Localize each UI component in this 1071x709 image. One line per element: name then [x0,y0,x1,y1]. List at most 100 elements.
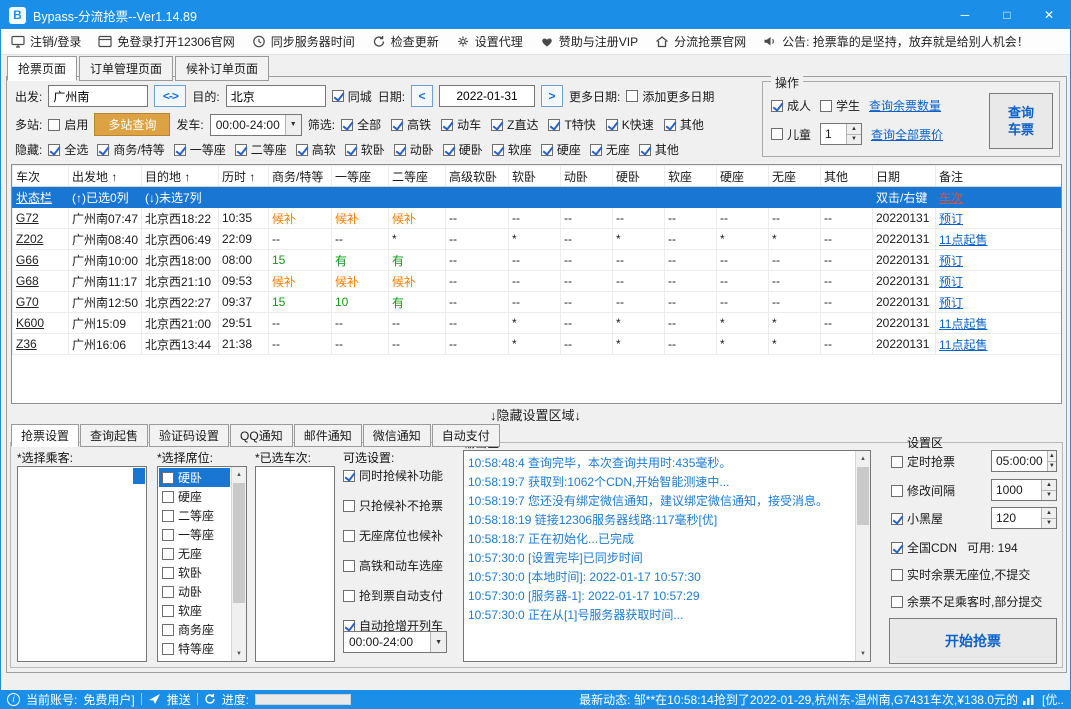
cell-link[interactable]: 11点起售 [935,312,1061,334]
main-tab[interactable]: 候补订单页面 [175,56,270,81]
scroll-up-button[interactable]: ▲ [856,451,870,466]
national-cdn-checkbox[interactable]: 全国CDN [891,539,957,556]
cell-link[interactable]: 预订 [935,291,1061,313]
cell-link[interactable]: G68 [12,270,69,292]
column-header[interactable]: 二等座 [388,165,446,187]
settings-tab[interactable]: 验证码设置 [149,424,230,447]
train-type-checkbox[interactable]: 动车 [441,116,481,133]
scroll-down-button[interactable]: ▼ [232,646,246,661]
cell-link[interactable]: 车次 [935,186,1061,208]
date-input[interactable] [439,85,536,107]
column-header[interactable]: 备注 [935,165,1061,187]
main-tab[interactable]: 抢票页面 [7,56,78,81]
hide-column-checkbox[interactable]: 全选 [48,141,88,158]
settings-tab[interactable]: 抢票设置 [11,424,80,447]
multi-station-query-button[interactable]: 多站查询 [94,113,171,136]
table-row[interactable]: K600 广州15:09 北京西21:00 29:51 -- -- -- -- * -- * -- * *… [12,312,1061,334]
seat-list-scrollbar[interactable]: ▲ ▼ [231,467,246,661]
column-header[interactable]: 软卧 [508,165,561,187]
scrollbar-thumb[interactable] [233,483,245,603]
hide-column-checkbox[interactable]: 硬卧 [442,141,483,158]
column-header[interactable]: 动卧 [560,165,613,187]
seat-list[interactable]: 硬卧 硬座 二等座 一等座 无座 软卧 动卧 软座 商务座 特等座 ▲ ▼ [157,466,247,662]
train-type-checkbox[interactable]: 高铁 [391,116,431,133]
column-header[interactable]: 商务/特等 [268,165,332,187]
partial-submit-checkbox[interactable]: 余票不足乘客时,部分提交 [891,593,1042,610]
column-header[interactable]: 历时 ↑ [218,165,269,187]
prev-date-button[interactable]: < [411,85,434,107]
cell-link[interactable]: Z36 [12,333,69,355]
column-header[interactable]: 硬卧 [612,165,665,187]
toolbar-item-check-update[interactable]: 检查更新 [372,33,439,50]
scroll-up-button[interactable]: ▲ [232,467,246,482]
output-log[interactable]: 10:58:48:4 查询完毕，本次查询共用时:435毫秒。 10:58:19:7… [463,450,871,662]
child-checkbox[interactable]: 儿童 [771,126,811,143]
toolbar-item-official-site[interactable]: 分流抢票官网 [655,33,746,50]
hide-column-checkbox[interactable]: 其他 [638,141,679,158]
seat-option[interactable]: 硬座 [159,487,230,506]
train-type-checkbox[interactable]: 其他 [663,116,704,133]
seat-option[interactable]: 无座 [159,544,230,563]
seat-option[interactable]: 软座 [159,601,230,620]
spin-down-button[interactable]: ▼ [1047,461,1056,471]
child-count-stepper[interactable]: 1 ▲ ▼ [820,123,863,145]
hide-column-checkbox[interactable]: 软卧 [344,141,385,158]
student-checkbox[interactable]: 学生 [820,97,860,114]
cell-link[interactable]: G66 [12,249,69,271]
seat-option[interactable]: 特等座 [159,639,230,658]
table-row[interactable]: G68 广州南11:17 北京西21:10 09:53 候补 候补 候补 -- -- -- -- --… [12,270,1061,292]
spin-up-button[interactable]: ▲ [1042,480,1056,491]
depart-time-select[interactable]: 00:00-24:00 ▼ [209,113,302,136]
table-row[interactable]: Z202 广州南08:40 北京西06:49 22:09 -- -- * -- * -- * -- * *… [12,228,1061,250]
start-grabbing-button[interactable]: 开始抢票 [889,618,1057,664]
blacklist-checkbox[interactable]: 小黑屋 [891,510,943,527]
hide-column-checkbox[interactable]: 动卧 [393,141,434,158]
toolbar-item-sync-time[interactable]: 同步服务器时间 [252,33,355,50]
minimize-button[interactable]: ─ [944,1,986,29]
column-header[interactable]: 其他 [820,165,873,187]
grab-time-range-select[interactable]: 00:00-24:00 ▼ [343,631,447,653]
column-header[interactable]: 无座 [768,165,821,187]
settings-tab[interactable]: QQ通知 [230,424,293,447]
optional-setting-checkbox[interactable]: 只抢候补不抢票 [343,497,443,514]
spin-down-button[interactable]: ▼ [847,134,862,144]
column-header[interactable]: 硬座 [716,165,769,187]
train-type-checkbox[interactable]: 全部 [341,116,381,133]
cell-link[interactable]: 预订 [935,270,1061,292]
cell-link[interactable]: 预订 [935,207,1061,229]
hide-column-checkbox[interactable]: 一等座 [173,141,226,158]
table-row[interactable]: G66 广州南10:00 北京西18:00 08:00 15 有有 -- -- -- -- -- --… [12,249,1061,271]
column-header[interactable]: 日期 [872,165,936,187]
passenger-list[interactable] [17,466,147,662]
seat-option[interactable]: 商务座 [159,620,230,639]
toolbar-item-proxy[interactable]: 设置代理 [456,33,523,50]
selected-train-list[interactable] [255,466,335,662]
hide-column-checkbox[interactable]: 商务/特等 [97,141,165,158]
seat-option[interactable]: 硬卧 [159,468,230,487]
column-header[interactable]: 软座 [664,165,717,187]
hide-column-checkbox[interactable]: 高软 [295,141,336,158]
cell-link[interactable]: G72 [12,207,69,229]
column-header[interactable]: 出发地 ↑ [68,165,142,187]
push-label[interactable]: 推送 [167,691,191,708]
scrollbar-thumb[interactable] [857,467,869,525]
hide-column-checkbox[interactable]: 二等座 [234,141,287,158]
maximize-button[interactable]: □ [986,1,1028,29]
no-seat-no-submit-checkbox[interactable]: 实时余票无座位,不提交 [891,566,1030,583]
same-city-checkbox[interactable]: 同城 [331,88,372,105]
spin-up-button[interactable]: ▲ [1042,508,1056,519]
table-row[interactable]: Z36 广州16:06 北京西13:44 21:38 -- -- -- -- * -- * -- * * -… [12,333,1061,355]
seat-option[interactable]: 二等座 [159,506,230,525]
spin-up-button[interactable]: ▲ [1047,451,1056,462]
settings-tab[interactable]: 自动支付 [431,424,500,447]
add-more-dates-checkbox[interactable]: 添加更多日期 [626,88,714,105]
cell-link[interactable]: 11点起售 [935,333,1061,355]
hide-column-checkbox[interactable]: 硬座 [540,141,581,158]
toolbar-item-vip[interactable]: 赞助与注册VIP [540,33,638,50]
cell-link[interactable]: 状态栏 [12,186,69,208]
cell-link[interactable]: Z202 [12,228,69,250]
train-type-checkbox[interactable]: T特快 [548,116,596,133]
spin-up-button[interactable]: ▲ [847,124,862,135]
blacklist-time-stepper[interactable]: 120 ▲ ▼ [991,507,1057,529]
table-row[interactable]: G72 广州南07:47 北京西18:22 10:35 候补 候补 候补 -- -- -- -- --… [12,207,1061,229]
